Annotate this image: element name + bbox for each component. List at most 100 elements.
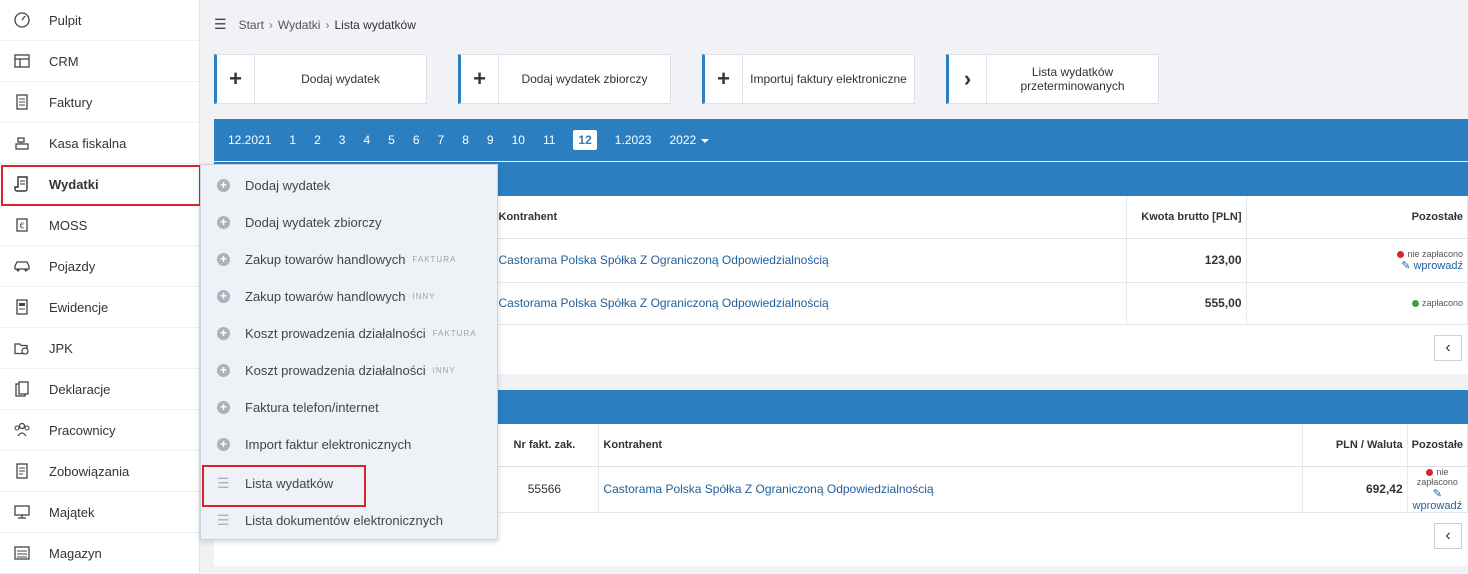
import-invoices-button[interactable]: + Importuj faktury elektroniczne [702, 54, 915, 104]
list-icon: ☰ [217, 512, 230, 528]
menu-goods-purchase-other[interactable]: + Zakup towarów handlowych INNY [201, 278, 497, 315]
month-6[interactable]: 6 [413, 130, 420, 150]
sidebar-item-label: Wydatki [49, 176, 99, 192]
month-3[interactable]: 3 [339, 130, 346, 150]
sidebar-item-pojazdy[interactable]: Pojazdy [0, 246, 199, 287]
month-4[interactable]: 4 [363, 130, 370, 150]
cell-amount: 123,00 [1126, 238, 1247, 283]
year-dropdown[interactable]: 2022 [669, 130, 709, 150]
breadcrumb-current: Lista wydatków [334, 17, 416, 32]
declarations-icon [12, 379, 32, 399]
breadcrumb-wydatki[interactable]: Wydatki [278, 18, 321, 32]
sidebar-item-magazyn[interactable]: Magazyn [0, 533, 199, 574]
month-8[interactable]: 8 [462, 130, 469, 150]
invoice-icon [12, 92, 32, 112]
col-remaining[interactable]: Pozostałe [1407, 424, 1468, 467]
sidebar-item-pracownicy[interactable]: Pracownicy [0, 410, 199, 451]
menu-e-documents-list[interactable]: ☰ Lista dokumentów elektronicznych [201, 502, 497, 539]
col-remaining[interactable]: Pozostałe [1246, 196, 1468, 239]
menu-expense-list[interactable]: ☰ Lista wydatków [201, 465, 497, 507]
menu-item-label: Import faktur elektronicznych [245, 437, 412, 452]
cell-status: zapłacono [1246, 282, 1468, 325]
month-7[interactable]: 7 [438, 130, 445, 150]
month-11[interactable]: 11 [543, 130, 555, 150]
liabilities-icon [12, 461, 32, 481]
plus-icon: + [705, 55, 743, 103]
sidebar-item-label: Kasa fiskalna [49, 135, 127, 151]
sidebar-item-pulpit[interactable]: Pulpit [0, 0, 199, 41]
col-contractor[interactable]: Kontrahent [494, 196, 1127, 239]
status-text: nie zapłacono [1416, 466, 1458, 487]
menu-item-tag: FAKTURA [412, 255, 457, 264]
enter-payment-link[interactable]: ✎ wprowadź [1251, 259, 1463, 272]
contractor-link[interactable]: Castorama Polska Spółka Z Ograniczoną Od… [598, 466, 1303, 513]
col-contractor[interactable]: Kontrahent [598, 424, 1303, 467]
menu-toggle-icon[interactable]: ☰ [214, 16, 227, 33]
euro-icon: € [12, 215, 32, 235]
pagination-prev-button[interactable]: ‹ [1434, 523, 1462, 549]
menu-business-cost-invoice[interactable]: + Koszt prowadzenia działalności FAKTURA [201, 315, 497, 352]
menu-business-cost-other[interactable]: + Koszt prowadzenia działalności INNY [201, 352, 497, 389]
menu-item-label: Koszt prowadzenia działalności [245, 363, 426, 378]
menu-goods-purchase-invoice[interactable]: + Zakup towarów handlowych FAKTURA [201, 241, 497, 278]
menu-add-expense[interactable]: + Dodaj wydatek [201, 167, 497, 204]
menu-item-label: Faktura telefon/internet [245, 400, 379, 415]
month-1[interactable]: 1 [289, 130, 296, 150]
menu-add-bulk-expense[interactable]: + Dodaj wydatek zbiorczy [201, 204, 497, 241]
pagination-prev-button[interactable]: ‹ [1434, 335, 1462, 361]
expenses-dropdown-menu: + Dodaj wydatek + Dodaj wydatek zbiorczy… [200, 164, 498, 540]
cell-invoice: 55566 [489, 466, 600, 513]
status-text: nie zapłacono [1407, 248, 1463, 259]
month-12-selected[interactable]: 12 [573, 130, 597, 150]
sidebar-item-faktury[interactable]: Faktury [0, 82, 199, 123]
sidebar-item-majatek[interactable]: Majątek [0, 492, 199, 533]
month-5[interactable]: 5 [388, 130, 395, 150]
col-amount[interactable]: Kwota brutto [PLN] [1126, 196, 1247, 239]
svg-text:€: € [19, 222, 24, 231]
sidebar-item-label: Pracownicy [49, 422, 116, 438]
month-next-year[interactable]: 1.2023 [615, 130, 652, 150]
sidebar-item-crm[interactable]: CRM [0, 41, 199, 82]
month-2[interactable]: 2 [314, 130, 321, 150]
sidebar-item-label: Pojazdy [49, 258, 96, 274]
overdue-expenses-button[interactable]: › Lista wydatków przeterminowanych [946, 54, 1159, 104]
contractor-link[interactable]: Castorama Polska Spółka Z Ograniczoną Od… [494, 238, 1127, 283]
expenses-icon [12, 174, 32, 194]
sidebar-item-wydatki[interactable]: Wydatki [0, 164, 201, 206]
menu-item-label: Lista dokumentów elektronicznych [245, 513, 443, 528]
unpaid-dot-icon [1426, 468, 1434, 476]
add-expense-button[interactable]: + Dodaj wydatek [214, 54, 427, 104]
add-bulk-expense-button[interactable]: + Dodaj wydatek zbiorczy [458, 54, 671, 104]
sidebar-item-kasa-fiskalna[interactable]: Kasa fiskalna [0, 123, 199, 164]
menu-item-tag: INNY [412, 292, 436, 301]
month-9[interactable]: 9 [487, 130, 494, 150]
overdue-expenses-label: Lista wydatków przeterminowanych [1020, 65, 1125, 93]
enter-payment-label: wprowadź [1412, 499, 1463, 512]
sidebar-item-label: CRM [49, 53, 79, 69]
sidebar-item-ewidencje[interactable]: Ewidencje [0, 287, 199, 328]
sidebar-item-label: JPK [49, 340, 73, 356]
breadcrumb-start[interactable]: Start [239, 18, 264, 32]
sidebar-item-zobowiazania[interactable]: Zobowiązania [0, 451, 199, 492]
col-invoice[interactable]: Nr fakt. zak. [489, 424, 600, 467]
month-selector: 12.2021 1 2 3 4 5 6 7 8 9 10 11 12 1.202… [214, 119, 1468, 161]
add-expense-label: Dodaj wydatek [301, 72, 380, 86]
sidebar-item-moss[interactable]: € MOSS [0, 205, 199, 246]
enter-payment-link[interactable]: ✎ wprowadź [1412, 487, 1463, 512]
menu-import-e-invoices[interactable]: + Import faktur elektronicznych [201, 426, 497, 463]
plus-icon: + [217, 55, 255, 103]
contractor-link[interactable]: Castorama Polska Spółka Z Ograniczoną Od… [494, 282, 1127, 325]
sidebar-item-deklaracje[interactable]: Deklaracje [0, 369, 199, 410]
month-prev-year[interactable]: 12.2021 [228, 130, 271, 150]
menu-phone-internet-invoice[interactable]: + Faktura telefon/internet [201, 389, 497, 426]
breadcrumb: ☰ Start › Wydatki › Lista wydatków [214, 16, 416, 33]
sidebar-item-jpk[interactable]: JPK [0, 328, 199, 369]
unpaid-dot-icon [1397, 250, 1405, 258]
col-pln[interactable]: PLN / Waluta [1302, 424, 1408, 467]
cash-register-icon [12, 133, 32, 153]
plus-circle-icon: + [217, 364, 230, 377]
menu-item-label: Dodaj wydatek [245, 178, 331, 193]
month-10[interactable]: 10 [512, 130, 525, 150]
employees-icon [12, 420, 32, 440]
list-icon: ☰ [217, 475, 230, 491]
